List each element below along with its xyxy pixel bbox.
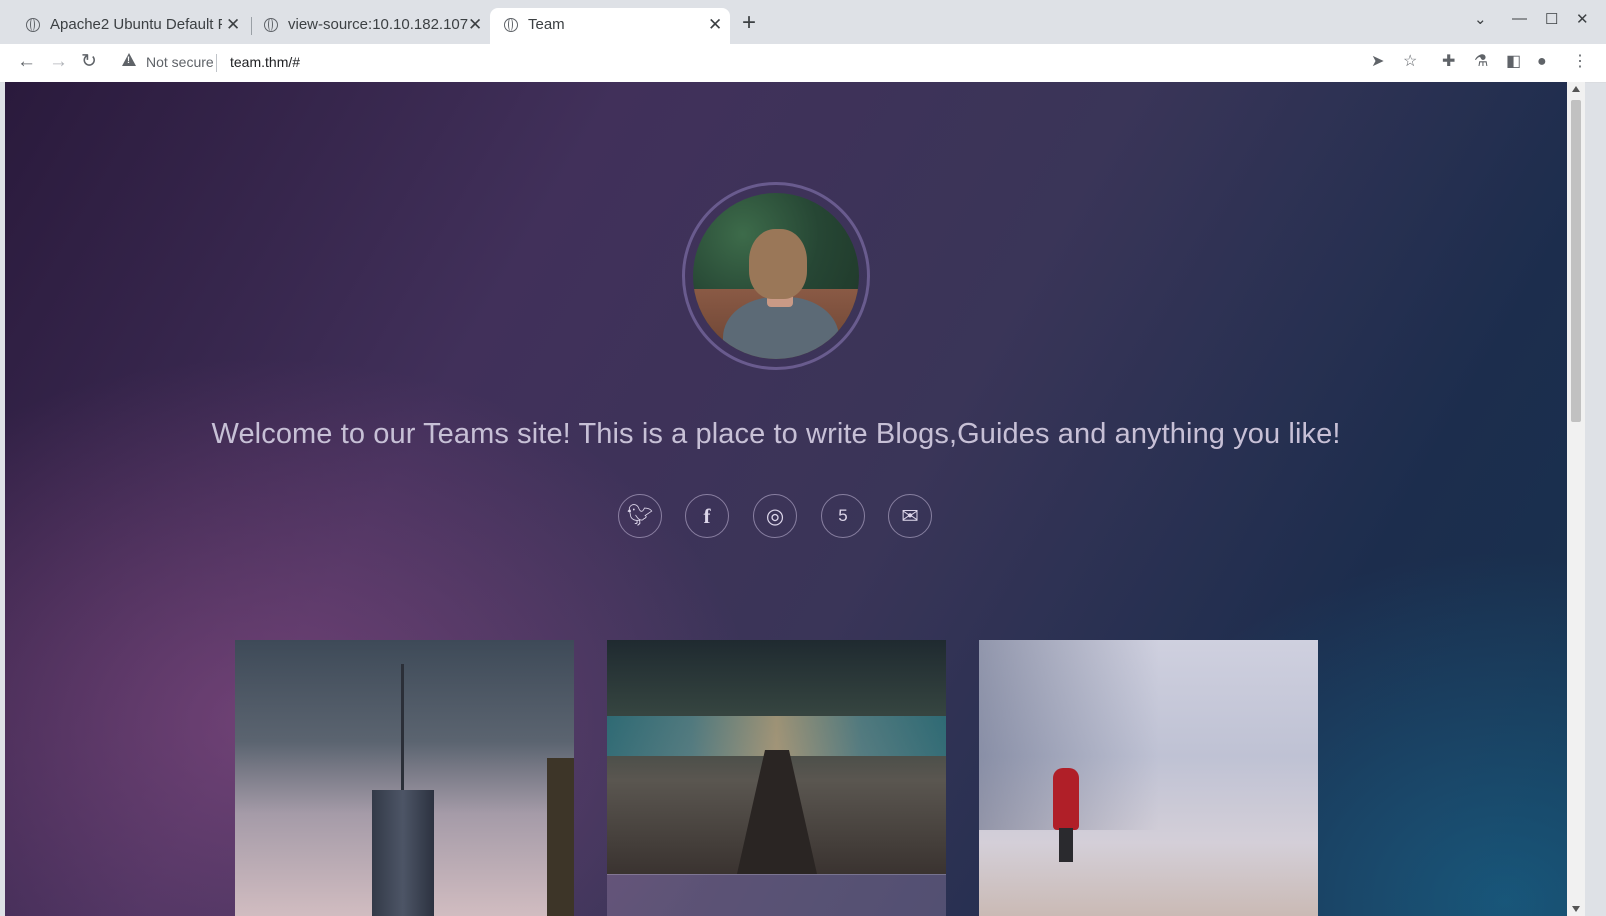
globe-icon bbox=[264, 18, 278, 32]
tab-search-chevron-icon[interactable]: ⌄ bbox=[1474, 10, 1487, 28]
person-hair bbox=[749, 229, 807, 299]
page-scrollbar[interactable] bbox=[1567, 82, 1585, 916]
new-tab-plus-icon[interactable]: + bbox=[742, 11, 756, 35]
url-divider bbox=[216, 54, 217, 72]
city-tower-image[interactable] bbox=[235, 640, 574, 916]
twitter-icon[interactable]: 🐦︎ bbox=[618, 494, 662, 538]
side-building bbox=[547, 758, 574, 916]
profile-avatar bbox=[682, 182, 870, 370]
facebook-icon[interactable]: f bbox=[685, 494, 729, 538]
close-icon[interactable]: ✕ bbox=[226, 15, 240, 35]
welcome-heading: Welcome to our Teams site! This is a pla… bbox=[211, 418, 1341, 450]
escalator bbox=[737, 750, 817, 874]
scrollbar-thumb[interactable] bbox=[1571, 100, 1581, 422]
globe-icon bbox=[26, 18, 40, 32]
mail-icon[interactable]: ✉ bbox=[888, 494, 932, 538]
tab-apache[interactable]: Apache2 Ubuntu Default P ✕ bbox=[0, 8, 246, 44]
tab-strip: Apache2 Ubuntu Default P ✕ view-source:1… bbox=[0, 0, 1606, 45]
reload-icon[interactable]: ↻ bbox=[81, 51, 97, 73]
tab-view-source[interactable]: view-source:10.10.182.107 ✕ bbox=[252, 8, 490, 44]
snow-person-image[interactable] bbox=[979, 640, 1318, 916]
profile-avatar-icon[interactable]: ● bbox=[1537, 52, 1547, 72]
close-icon[interactable]: ✕ bbox=[468, 15, 482, 35]
url-text[interactable]: team.thm/# bbox=[230, 54, 300, 70]
close-icon[interactable]: ✕ bbox=[708, 15, 722, 35]
card-caption-area bbox=[607, 874, 946, 916]
500px-icon[interactable]: 5 bbox=[821, 494, 865, 538]
back-arrow-icon[interactable]: ← bbox=[17, 51, 36, 73]
extensions-puzzle-icon[interactable]: ✚ bbox=[1442, 52, 1455, 72]
tower-building bbox=[372, 790, 434, 916]
escalator-image[interactable] bbox=[607, 640, 946, 874]
avatar-photo bbox=[693, 193, 859, 359]
security-indicator[interactable]: Not secure bbox=[146, 54, 214, 70]
side-panel-icon[interactable]: ◧ bbox=[1506, 52, 1521, 72]
forward-arrow-icon[interactable]: → bbox=[49, 51, 68, 73]
scroll-up-arrow-icon[interactable] bbox=[1572, 86, 1580, 92]
address-bar[interactable]: Not secure team.thm/# bbox=[112, 47, 1412, 79]
minimize-icon[interactable]: — bbox=[1512, 10, 1527, 27]
tab-title: Apache2 Ubuntu Default P bbox=[50, 16, 222, 33]
tower-spire bbox=[401, 664, 404, 792]
maximize-icon[interactable]: ☐ bbox=[1545, 10, 1558, 28]
scroll-down-arrow-icon[interactable] bbox=[1572, 906, 1580, 912]
warning-icon bbox=[122, 53, 136, 66]
browser-toolbar: ← → ↻ Not secure team.thm/# ➤ ☆ ✚ ⚗ ◧ ● … bbox=[0, 44, 1606, 83]
window-close-icon[interactable]: ✕ bbox=[1576, 10, 1589, 28]
send-icon[interactable]: ➤ bbox=[1371, 52, 1384, 72]
menu-kebab-icon[interactable]: ⋮ bbox=[1572, 52, 1588, 72]
tab-title: view-source:10.10.182.107 bbox=[288, 16, 468, 33]
tab-team[interactable]: Team ✕ bbox=[490, 8, 730, 44]
labs-flask-icon[interactable]: ⚗ bbox=[1474, 52, 1488, 72]
bookmark-star-icon[interactable]: ☆ bbox=[1403, 52, 1417, 72]
instagram-icon[interactable]: ◎ bbox=[753, 494, 797, 538]
person-legs bbox=[1059, 828, 1073, 862]
tab-title: Team bbox=[528, 16, 565, 33]
red-coat-person bbox=[1053, 768, 1079, 830]
globe-icon bbox=[504, 18, 518, 32]
team-page: Welcome to our Teams site! This is a pla… bbox=[5, 82, 1585, 916]
